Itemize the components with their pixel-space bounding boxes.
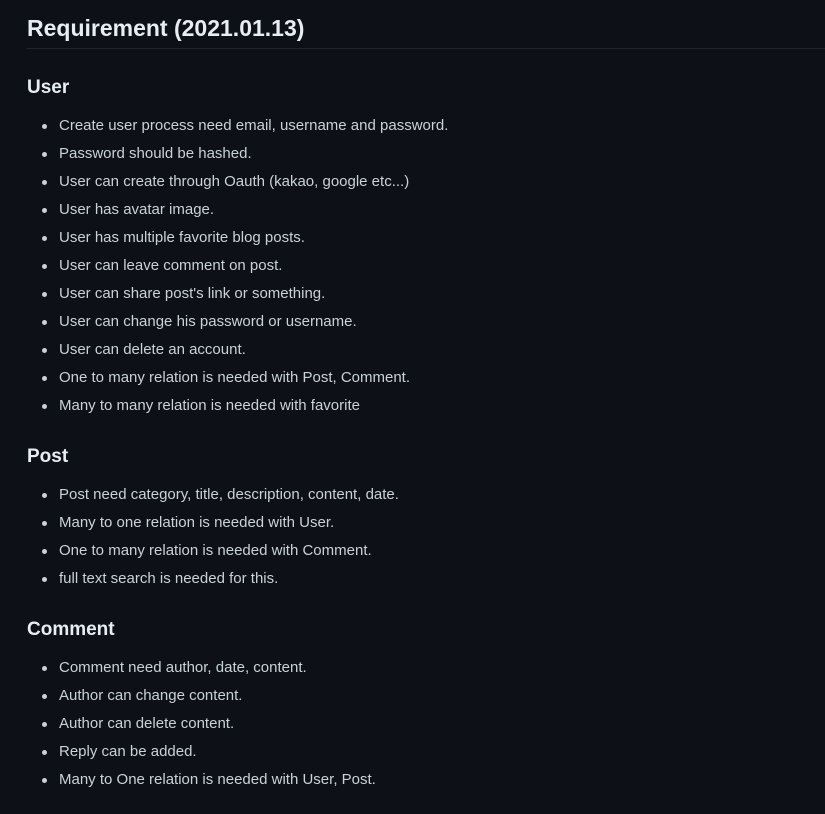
section-heading-post: Post: [27, 446, 69, 467]
list-item: Many to one relation is needed with User…: [42, 509, 825, 537]
list-item: Author can change content.: [42, 682, 825, 710]
list-item: One to many relation is needed with Comm…: [42, 537, 825, 565]
list-item: User can delete an account.: [42, 336, 825, 364]
list-item: User can create through Oauth (kakao, go…: [42, 168, 825, 196]
list-item: User has multiple favorite blog posts.: [42, 224, 825, 252]
list-item: full text search is needed for this.: [42, 565, 825, 593]
list-item: User can leave comment on post.: [42, 252, 825, 280]
list-item: One to many relation is needed with Post…: [42, 364, 825, 392]
sections: User Create user process need email, user…: [27, 75, 825, 794]
list-item: Post need category, title, description, …: [42, 481, 825, 509]
markdown-body: Requirement (2021.01.13) User Create user…: [0, 0, 825, 794]
list-item: User can change his password or username…: [42, 308, 825, 336]
list-item: Create user process need email, username…: [42, 112, 825, 140]
list-item: Reply can be added.: [42, 738, 825, 766]
list-item: Comment need author, date, content.: [42, 654, 825, 682]
section-heading-user: User: [27, 77, 70, 98]
list-item: Many to One relation is needed with User…: [42, 766, 825, 794]
list-item: Author can delete content.: [42, 710, 825, 738]
section-heading-comment: Comment: [27, 619, 115, 640]
requirement-list: Comment need author, date, content. Autho…: [27, 654, 825, 794]
list-item: Password should be hashed.: [42, 140, 825, 168]
requirement-list: Post need category, title, description, …: [27, 481, 825, 593]
list-item: User has avatar image.: [42, 196, 825, 224]
page-title: Requirement (2021.01.13): [27, 0, 825, 49]
list-item: Many to many relation is needed with fav…: [42, 392, 825, 420]
requirement-list: Create user process need email, username…: [27, 112, 825, 420]
list-item: User can share post's link or something.: [42, 280, 825, 308]
